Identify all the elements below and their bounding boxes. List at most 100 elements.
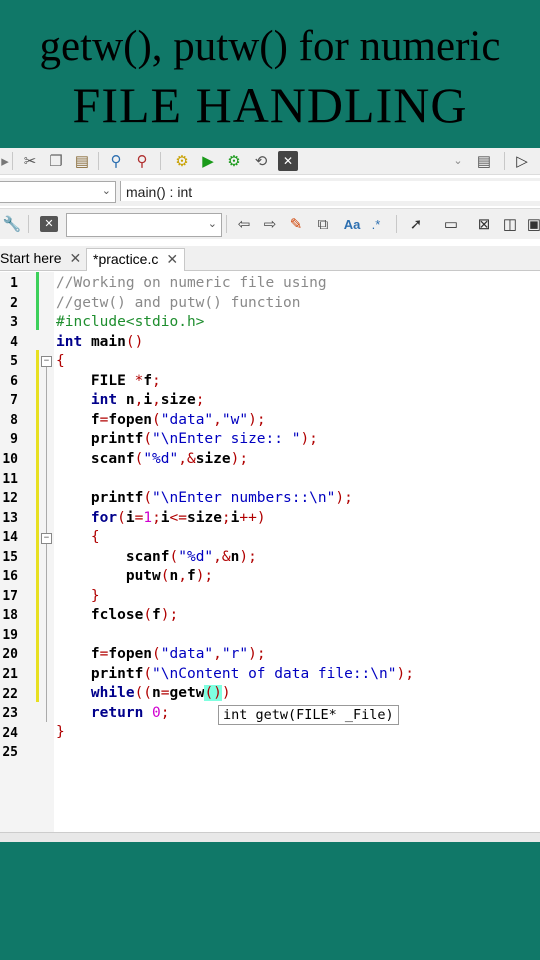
line-number: 25 xyxy=(2,745,18,761)
separator xyxy=(396,215,397,233)
replace-icon[interactable]: ⚲ xyxy=(132,151,152,171)
code-line-6: FILE *f; xyxy=(90,373,161,389)
code-line-8: f=fopen("data","w"); xyxy=(90,412,266,428)
title-line-1: getw(), putw() for numeric xyxy=(39,23,501,70)
line-number: 15 xyxy=(2,549,18,565)
chevron-down-icon[interactable]: ⌄ xyxy=(450,151,466,171)
separator xyxy=(160,152,161,170)
code-line-16: putw(n,f); xyxy=(125,568,214,584)
line-number: 13 xyxy=(2,510,18,526)
toolbar-edge-icon: ▸ xyxy=(1,152,9,170)
chevron-down-icon: ⌄ xyxy=(207,218,217,230)
unsaved-change-marker xyxy=(36,350,39,702)
tab-label: Start here xyxy=(0,250,62,266)
line-number: 14 xyxy=(2,530,18,546)
line-number: 18 xyxy=(2,608,18,624)
line-number: 6 xyxy=(10,373,18,389)
separator xyxy=(504,152,505,170)
separator xyxy=(28,215,29,233)
clear-icon[interactable]: ✕ xyxy=(40,216,58,232)
chevron-down-icon: ⌄ xyxy=(101,185,111,197)
line-number: 5 xyxy=(10,354,18,370)
line-number: 22 xyxy=(2,686,18,702)
debug-run-icon[interactable]: ▷ xyxy=(512,151,532,171)
match-case-icon[interactable]: Aa xyxy=(340,214,364,234)
jump-icon[interactable]: ⧉ xyxy=(312,214,334,234)
build-target-icon[interactable]: ▤ xyxy=(474,151,494,171)
code-line-17: } xyxy=(90,588,100,604)
code-line-21: printf("\nContent of data file::\n"); xyxy=(90,666,414,682)
code-line-15: scanf("%d",&n); xyxy=(125,549,257,565)
forward-arrow-icon[interactable]: ⇨ xyxy=(260,214,280,234)
line-number: 2 xyxy=(10,295,18,311)
fold-toggle[interactable]: − xyxy=(41,533,52,544)
code-line-14: { xyxy=(90,529,100,545)
code-line-4: int main() xyxy=(56,334,144,350)
code-line-3: #include<stdio.h> xyxy=(56,314,205,330)
separator xyxy=(226,215,227,233)
close-icon[interactable]: ✕ xyxy=(166,251,178,267)
code-completion-toolbar: ⌄ main() : int xyxy=(0,178,540,206)
function-signature-tooltip: int getw(FILE* _File) xyxy=(218,705,399,725)
pointer-icon[interactable]: ➚ xyxy=(406,214,426,234)
paste-icon[interactable]: ▤ xyxy=(72,151,92,171)
search-combo[interactable]: ⌄ xyxy=(66,213,222,237)
layout-icon[interactable]: ⊠ xyxy=(474,214,494,234)
rebuild-icon[interactable]: ⟲ xyxy=(250,151,272,171)
highlight-pen-icon[interactable]: ✎ xyxy=(286,214,306,234)
code-line-12: printf("\nEnter numbers::\n"); xyxy=(90,490,353,506)
code-line-20: f=fopen("data","r"); xyxy=(90,646,266,662)
code-line-9: printf("\nEnter size:: "); xyxy=(90,431,318,447)
video-title-banner: getw(), putw() for numeric FILE HANDLING xyxy=(0,0,540,148)
function-selector[interactable]: main() : int xyxy=(120,181,540,201)
back-arrow-icon[interactable]: ⇦ xyxy=(234,214,254,234)
line-number: 20 xyxy=(2,647,18,663)
code-line-22: while((n=getw()) xyxy=(90,685,231,701)
rectangle-icon[interactable]: ▭ xyxy=(440,214,462,234)
tab-start-here[interactable]: Start here ✕ xyxy=(0,248,81,270)
code-line-24: } xyxy=(56,724,65,740)
line-number: 21 xyxy=(2,667,18,682)
horizontal-scrollbar[interactable] xyxy=(0,832,540,842)
main-toolbar: ▸ ✂ ❐ ▤ ⚲ ⚲ ⚙ ▶ ⚙ ⟲ ✕ ⌄ ▤ ▷ xyxy=(0,148,540,175)
code-editor[interactable]: //Working on numeric file using //getw()… xyxy=(56,272,540,842)
code-line-23: return 0; xyxy=(90,705,170,721)
cut-icon[interactable]: ✂ xyxy=(20,151,40,171)
fold-toggle[interactable]: − xyxy=(41,356,52,367)
line-number: 11 xyxy=(2,471,18,487)
line-number: 12 xyxy=(2,491,18,507)
line-number: 19 xyxy=(2,627,18,643)
tab-practice-c[interactable]: *practice.c ✕ xyxy=(86,248,186,271)
find-icon[interactable]: ⚲ xyxy=(106,151,126,171)
editor-toolbar: 🔧 ✕ ⌄ ⇦ ⇨ ✎ ⧉ Aa .* ➚ ▭ ⊠ ◫ ▣ xyxy=(0,208,540,239)
code-line-7: int n,i,size; xyxy=(90,392,205,408)
more-icon[interactable]: ▣ xyxy=(527,214,540,234)
build-gear-icon[interactable]: ⚙ xyxy=(172,151,192,171)
abort-icon[interactable]: ✕ xyxy=(278,151,298,171)
code-line-13: for(i=1;i<=size;i++) xyxy=(90,510,266,526)
run-icon[interactable]: ▶ xyxy=(198,151,218,171)
separator xyxy=(12,152,13,170)
line-number: 1 xyxy=(10,276,18,291)
function-selector-value: main() : int xyxy=(126,184,193,200)
line-number: 16 xyxy=(2,569,18,585)
line-number: 7 xyxy=(10,393,18,409)
regex-icon[interactable]: .* xyxy=(366,214,386,234)
build-run-icon[interactable]: ⚙ xyxy=(224,151,244,171)
ide-window: ▸ ✂ ❐ ▤ ⚲ ⚲ ⚙ ▶ ⚙ ⟲ ✕ ⌄ ▤ ▷ ⌄ main() : i… xyxy=(0,148,540,842)
close-icon[interactable]: ✕ xyxy=(69,250,81,266)
wrench-icon[interactable]: 🔧 xyxy=(2,214,22,234)
code-line-5: { xyxy=(56,353,65,369)
line-number: 8 xyxy=(10,412,18,428)
code-line-10: scanf("%d",&size); xyxy=(90,451,249,467)
code-line-18: fclose(f); xyxy=(90,607,179,623)
code-line-1: //Working on numeric file using xyxy=(56,275,327,291)
layout-alt-icon[interactable]: ◫ xyxy=(500,214,520,234)
line-number: 23 xyxy=(2,706,18,722)
scope-selector[interactable]: ⌄ xyxy=(0,181,116,203)
tab-label: *practice.c xyxy=(93,251,159,267)
line-number: 17 xyxy=(2,588,18,604)
copy-icon[interactable]: ❐ xyxy=(46,151,66,171)
separator xyxy=(98,152,99,170)
line-number: 3 xyxy=(10,315,18,331)
